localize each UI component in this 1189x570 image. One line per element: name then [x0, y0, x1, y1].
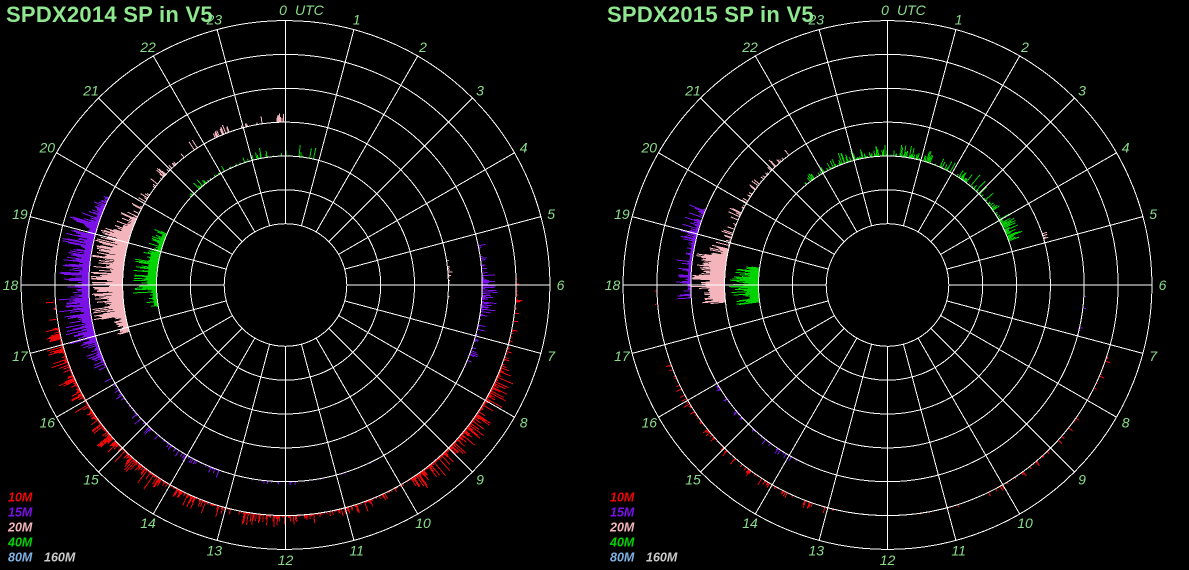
- svg-text:22: 22: [741, 39, 758, 55]
- svg-text:16: 16: [642, 415, 658, 431]
- svg-text:SPDX2015 SP in V5: SPDX2015 SP in V5: [607, 2, 814, 27]
- svg-text:19: 19: [614, 206, 630, 222]
- svg-text:80M: 80M: [8, 551, 33, 565]
- svg-text:80M: 80M: [610, 551, 635, 565]
- svg-text:9: 9: [1078, 472, 1086, 488]
- svg-text:12: 12: [880, 552, 896, 568]
- svg-text:4: 4: [1122, 140, 1130, 156]
- svg-text:10M: 10M: [8, 491, 33, 505]
- svg-text:2: 2: [418, 39, 427, 55]
- svg-text:3: 3: [476, 83, 484, 99]
- svg-text:6: 6: [557, 277, 565, 293]
- svg-text:5: 5: [547, 206, 555, 222]
- svg-text:20: 20: [39, 140, 56, 156]
- svg-text:17: 17: [12, 348, 29, 364]
- svg-text:2: 2: [1020, 39, 1029, 55]
- svg-text:20: 20: [641, 140, 658, 156]
- svg-text:SPDX2014 SP in V5: SPDX2014 SP in V5: [6, 2, 213, 27]
- svg-text:19: 19: [12, 206, 28, 222]
- svg-text:10M: 10M: [610, 491, 635, 505]
- svg-text:1: 1: [353, 11, 361, 27]
- svg-text:6: 6: [1159, 277, 1167, 293]
- svg-text:15M: 15M: [610, 506, 635, 520]
- svg-text:13: 13: [207, 543, 223, 559]
- svg-text:7: 7: [1149, 348, 1158, 364]
- svg-text:14: 14: [140, 515, 156, 531]
- svg-text:160M: 160M: [44, 551, 76, 565]
- svg-text:17: 17: [614, 348, 631, 364]
- svg-text:8: 8: [1122, 415, 1130, 431]
- svg-text:13: 13: [809, 543, 825, 559]
- svg-text:14: 14: [742, 515, 758, 531]
- svg-text:4: 4: [520, 140, 528, 156]
- svg-text:15: 15: [83, 472, 99, 488]
- svg-text:UTC: UTC: [295, 2, 325, 18]
- svg-text:7: 7: [547, 348, 556, 364]
- svg-text:10: 10: [1017, 515, 1033, 531]
- svg-text:18: 18: [605, 277, 621, 293]
- svg-text:3: 3: [1078, 83, 1086, 99]
- svg-text:40M: 40M: [7, 536, 33, 550]
- svg-text:15M: 15M: [8, 506, 33, 520]
- svg-text:0: 0: [881, 2, 889, 18]
- svg-text:20M: 20M: [7, 521, 33, 535]
- svg-text:10: 10: [415, 515, 431, 531]
- svg-text:21: 21: [82, 83, 99, 99]
- svg-text:40M: 40M: [609, 536, 635, 550]
- svg-text:11: 11: [951, 543, 966, 559]
- svg-text:12: 12: [278, 552, 294, 568]
- svg-text:18: 18: [3, 277, 19, 293]
- svg-text:20M: 20M: [609, 521, 635, 535]
- svg-text:1: 1: [955, 11, 963, 27]
- svg-text:21: 21: [684, 83, 701, 99]
- svg-text:5: 5: [1149, 206, 1157, 222]
- svg-text:22: 22: [139, 39, 156, 55]
- svg-text:16: 16: [40, 415, 56, 431]
- svg-text:160M: 160M: [646, 551, 678, 565]
- svg-text:UTC: UTC: [897, 2, 927, 18]
- svg-text:0: 0: [279, 2, 287, 18]
- svg-text:9: 9: [476, 472, 484, 488]
- svg-text:11: 11: [349, 543, 364, 559]
- svg-text:8: 8: [520, 415, 528, 431]
- svg-text:15: 15: [685, 472, 701, 488]
